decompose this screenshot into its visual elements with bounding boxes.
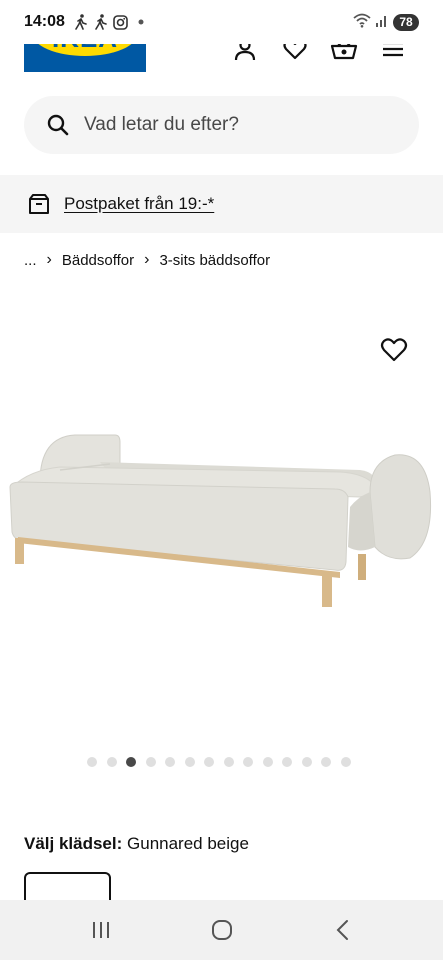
promo-banner[interactable]: Postpaket från 19:-*: [0, 175, 443, 233]
carousel-dot[interactable]: [282, 757, 292, 767]
status-time: 14:08: [24, 13, 65, 30]
fabric-label: Välj klädsel:: [24, 834, 123, 853]
back-icon[interactable]: [323, 910, 363, 950]
product-page: 14:08 78 Vad letar du efter? Postpaket f…: [0, 0, 443, 960]
carousel-dot[interactable]: [184, 757, 195, 767]
signal-icon: [375, 12, 389, 33]
battery-indicator: 78: [393, 13, 419, 31]
carousel-dot[interactable]: [204, 757, 214, 767]
wifi-icon: [353, 12, 371, 33]
parcel-icon: [28, 193, 50, 215]
search-input[interactable]: [84, 114, 384, 136]
walk-icon: [73, 14, 89, 30]
dot-icon: [133, 14, 149, 30]
instagram-icon: [113, 14, 129, 30]
search-bar[interactable]: [24, 96, 419, 154]
product-image[interactable]: [0, 292, 443, 732]
recent-apps-icon[interactable]: [81, 910, 121, 950]
carousel-dot[interactable]: [301, 757, 312, 767]
sofa-bed-illustration: [9, 434, 432, 607]
carousel-dot[interactable]: [126, 757, 136, 767]
breadcrumb-ellipsis[interactable]: ...: [24, 252, 37, 269]
breadcrumb-3-seat-bed-sofas[interactable]: 3-sits bäddsoffor: [159, 252, 270, 269]
walk-icon: [93, 14, 109, 30]
carousel-dot[interactable]: [340, 757, 351, 767]
carousel-dot[interactable]: [106, 757, 117, 767]
carousel-dot[interactable]: [262, 757, 273, 767]
chevron-right-icon: ›: [144, 251, 150, 268]
home-icon[interactable]: [202, 910, 242, 950]
carousel-dots: [87, 757, 351, 767]
carousel-dot[interactable]: [87, 757, 97, 767]
status-bar: 14:08 78: [0, 0, 443, 44]
carousel-dot[interactable]: [145, 757, 156, 767]
carousel-dot[interactable]: [243, 757, 253, 767]
fabric-value: Gunnared beige: [127, 834, 249, 853]
carousel-dot[interactable]: [165, 757, 175, 767]
search-icon: [46, 113, 70, 137]
favourite-heart-icon[interactable]: [380, 337, 408, 363]
status-system-icons: 78: [353, 12, 419, 33]
promo-link[interactable]: Postpaket från 19:-*: [64, 194, 214, 214]
android-nav-bar: [0, 900, 443, 960]
breadcrumb: ... › Bäddsoffor › 3-sits bäddsoffor: [24, 250, 270, 270]
status-notification-icons: [73, 14, 149, 30]
fabric-selector-title: Välj klädsel: Gunnared beige: [24, 834, 249, 854]
carousel-dot[interactable]: [223, 757, 234, 767]
chevron-right-icon: ›: [46, 251, 52, 268]
carousel-dot[interactable]: [321, 757, 331, 767]
breadcrumb-bed-sofas[interactable]: Bäddsoffor: [62, 252, 134, 269]
